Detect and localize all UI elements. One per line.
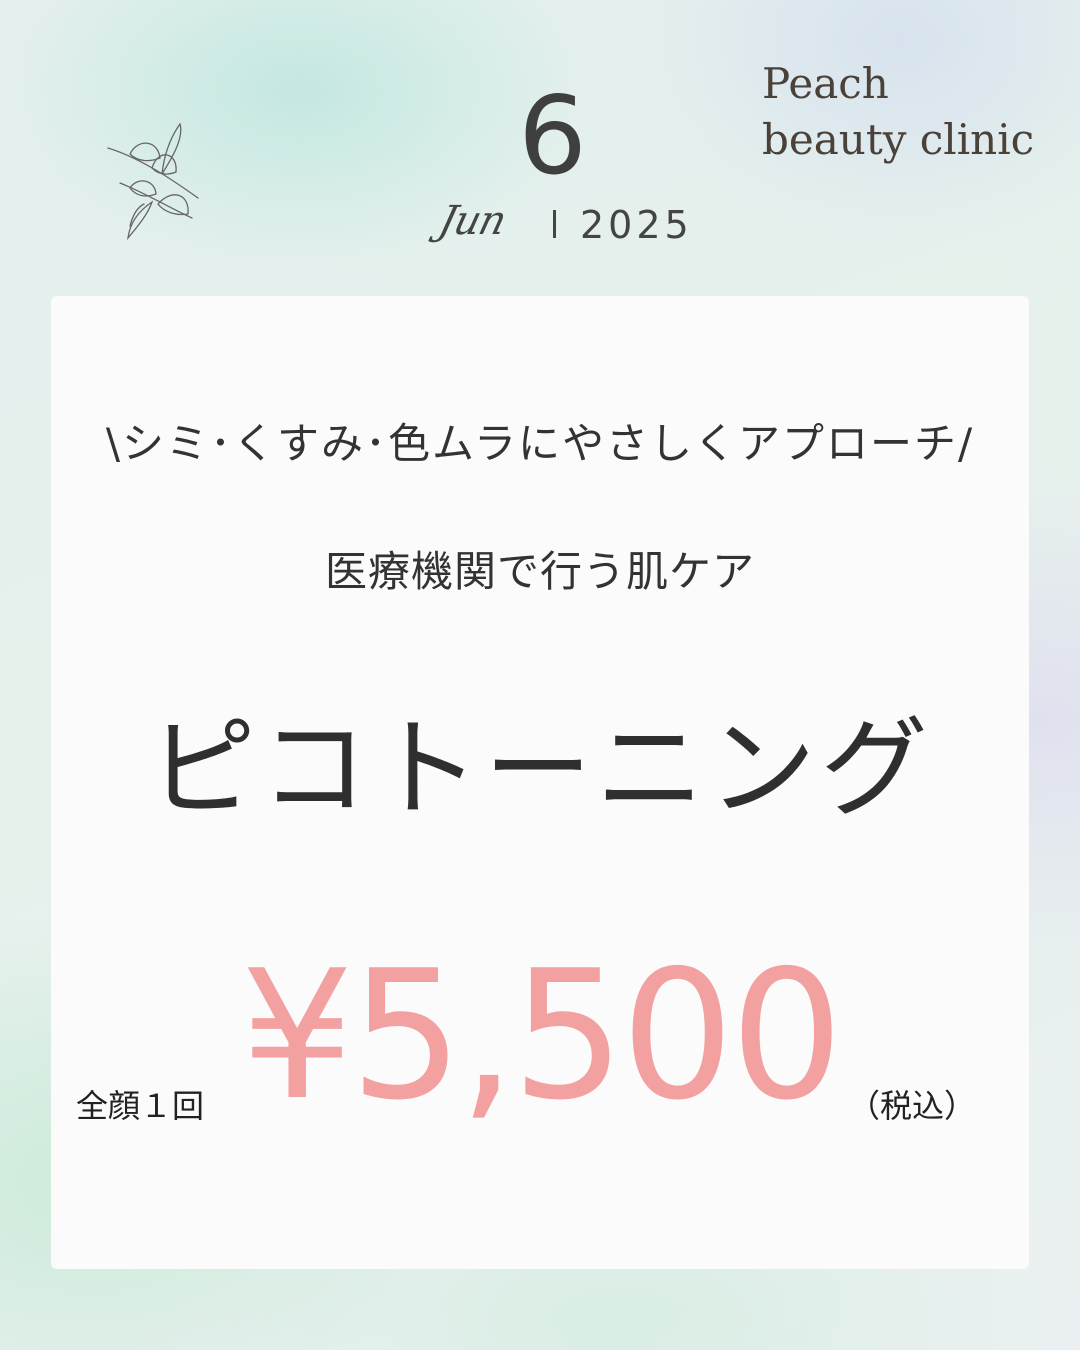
date-separator [553,210,556,238]
price-prefix: 全顔１回 [76,1087,205,1125]
leaf-branch-icon [107,122,199,241]
date-day: 6 [518,74,587,199]
treatment-title: ピコトーニング [147,707,932,832]
price: ¥5,500 [240,932,844,1139]
brand-line-1: Peach [762,59,889,108]
date-month: Jun [434,198,511,244]
price-suffix: （税込） [848,1087,977,1125]
tagline: \シミ･くすみ･色ムラにやさしくアプローチ/ [105,419,975,468]
date-year: 2025 [580,203,693,247]
brand-line-2: beauty clinic [762,115,1035,164]
subtitle: 医療機関で行う肌ケア [324,547,755,596]
clinic-brand: Peach beauty clinic [762,56,1034,168]
